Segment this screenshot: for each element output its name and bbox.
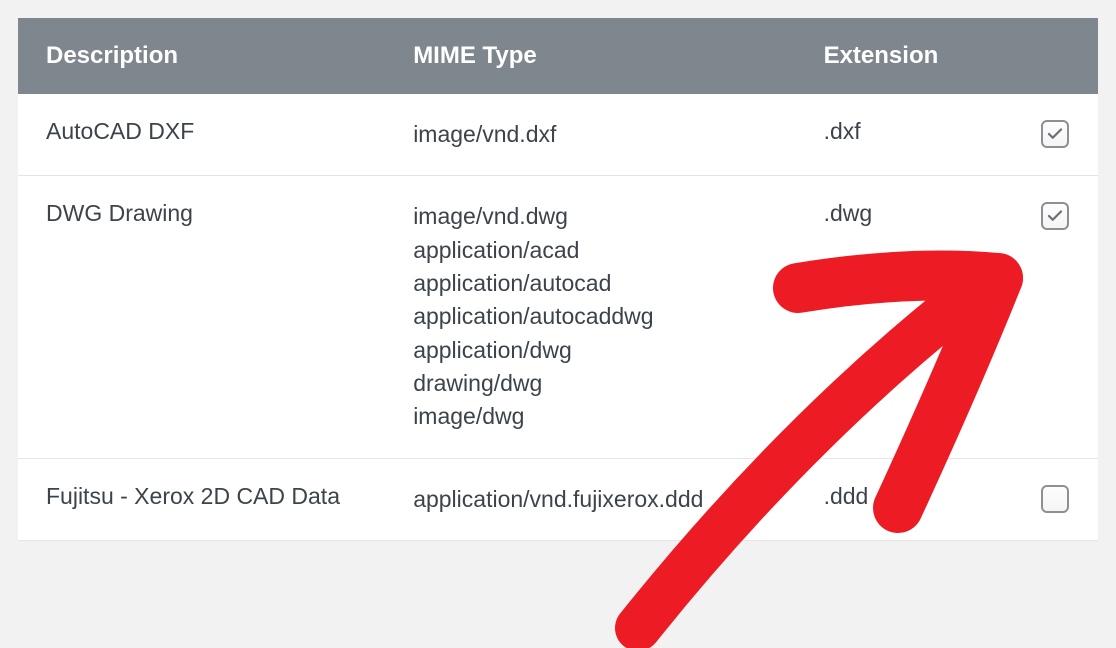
mime-value: application/autocad: [413, 267, 767, 300]
mime-table-wrapper: Description MIME Type Extension AutoCAD …: [18, 18, 1098, 541]
mime-value: image/vnd.dwg: [413, 200, 767, 233]
mime-value: application/dwg: [413, 334, 767, 367]
cell-checkbox: [1012, 94, 1098, 175]
enable-checkbox[interactable]: [1041, 202, 1069, 230]
table-row: Fujitsu - Xerox 2D CAD Data application/…: [18, 459, 1098, 541]
mime-value: application/vnd.fujixerox.ddd: [413, 483, 767, 516]
cell-mime: image/vnd.dxf: [385, 94, 795, 175]
header-checkbox: [1012, 18, 1098, 94]
cell-description: AutoCAD DXF: [18, 94, 385, 175]
cell-description: Fujitsu - Xerox 2D CAD Data: [18, 459, 385, 540]
mime-value: application/acad: [413, 234, 767, 267]
cell-extension: .ddd: [796, 459, 1012, 540]
header-description: Description: [18, 18, 385, 94]
cell-mime: image/vnd.dwg application/acad applicati…: [385, 176, 795, 457]
header-mime: MIME Type: [385, 18, 795, 94]
table-body: AutoCAD DXF image/vnd.dxf .dxf DWG Drawi…: [18, 94, 1098, 541]
table-row: DWG Drawing image/vnd.dwg application/ac…: [18, 176, 1098, 458]
cell-checkbox: [1012, 459, 1098, 540]
cell-checkbox: [1012, 176, 1098, 457]
mime-types-table: Description MIME Type Extension AutoCAD …: [18, 18, 1098, 541]
cell-description: DWG Drawing: [18, 176, 385, 457]
mime-value: application/autocaddwg: [413, 300, 767, 333]
mime-value: drawing/dwg: [413, 367, 767, 400]
check-icon: [1046, 125, 1064, 143]
cell-mime: application/vnd.fujixerox.ddd: [385, 459, 795, 540]
enable-checkbox[interactable]: [1041, 485, 1069, 513]
table-header: Description MIME Type Extension: [18, 18, 1098, 94]
enable-checkbox[interactable]: [1041, 120, 1069, 148]
header-extension: Extension: [796, 18, 1012, 94]
mime-value: image/vnd.dxf: [413, 118, 767, 151]
table-row: AutoCAD DXF image/vnd.dxf .dxf: [18, 94, 1098, 176]
cell-extension: .dxf: [796, 94, 1012, 175]
cell-extension: .dwg: [796, 176, 1012, 457]
mime-value: image/dwg: [413, 400, 767, 433]
check-icon: [1046, 207, 1064, 225]
